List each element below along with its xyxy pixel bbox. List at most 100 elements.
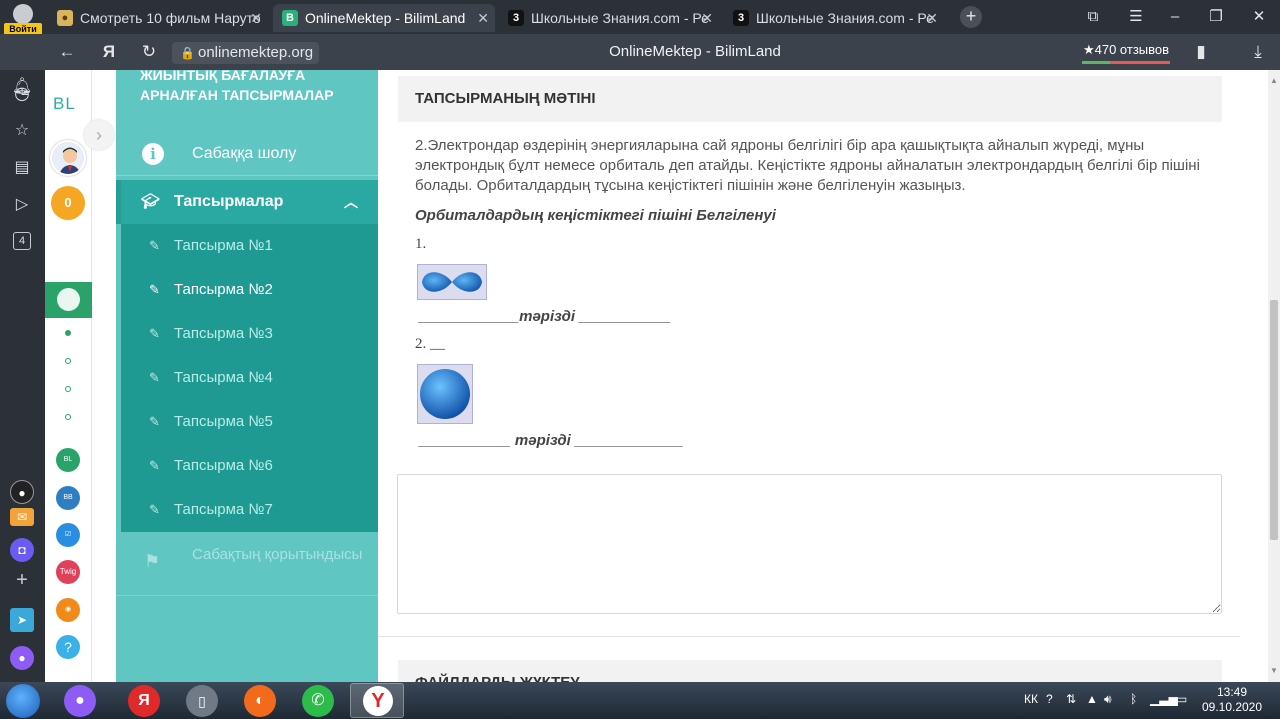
- maximize-icon[interactable]: ❐: [1204, 6, 1228, 28]
- tab-label: Смотреть 10 фильм Наруто: [80, 10, 261, 26]
- user-icon: [13, 4, 33, 24]
- s-orbital-image: [417, 364, 473, 424]
- yandex-browser-icon: Y: [363, 686, 393, 716]
- task-submenu: ✎ Тапсырма №1 ✎ Тапсырма №2 ✎ Тапсырма №…: [121, 224, 378, 532]
- expand-tray-icon[interactable]: ▲: [1086, 692, 1098, 706]
- menu-icon[interactable]: ☰: [1124, 6, 1148, 28]
- bluetooth-icon[interactable]: ᛒ: [1130, 692, 1137, 706]
- task-item-2[interactable]: ✎ Тапсырма №2: [121, 268, 378, 312]
- tab-label: Школьные Знания.com - Ре: [756, 10, 934, 26]
- edit-icon: ✎: [149, 282, 160, 297]
- answer-textarea[interactable]: [397, 474, 1222, 614]
- task-item-4[interactable]: ✎ Тапсырма №4: [121, 356, 378, 400]
- section-divider: [378, 636, 1240, 637]
- alice-voice-icon[interactable]: ●: [10, 646, 34, 670]
- firefox-taskbar-icon[interactable]: ◐: [244, 685, 276, 717]
- clock-date: 09.10.2020: [1201, 700, 1263, 714]
- close-icon[interactable]: ✕: [250, 4, 262, 32]
- task-item-label: Тапсырма №4: [174, 369, 273, 386]
- windows-start-button[interactable]: [6, 684, 40, 718]
- minimize-icon[interactable]: –: [1163, 6, 1187, 28]
- messenger-icon[interactable]: ◘: [10, 538, 34, 562]
- close-icon[interactable]: ✕: [701, 4, 713, 32]
- tab-label: Школьные Знания.com - Ре: [531, 10, 709, 26]
- tab-znania-1[interactable]: 3 Школьные Знания.com - Ре ✕: [499, 4, 719, 32]
- history-icon[interactable]: ◷: [11, 82, 33, 104]
- task-item-7[interactable]: ✎ Тапсырма №7: [121, 488, 378, 532]
- section-title: ТАПСЫРМАНЫҢ МӘТІНІ: [398, 76, 1222, 122]
- play-icon[interactable]: ▷: [11, 194, 33, 216]
- yandex-browser-taskbar-button[interactable]: Y: [350, 683, 404, 718]
- twig-app-icon[interactable]: Twig: [56, 560, 80, 584]
- tab-onlinemektep[interactable]: B OnlineMektep - BilimLand ✕: [273, 4, 495, 32]
- mouse-taskbar-icon[interactable]: ▯: [186, 685, 218, 717]
- tab-znania-2[interactable]: 3 Школьные Знания.com - Ре ✕: [724, 4, 944, 32]
- battery-icon[interactable]: ▭: [1176, 692, 1187, 706]
- page-scrollbar[interactable]: ▲ ▼: [1268, 70, 1280, 682]
- close-icon[interactable]: ✕: [926, 4, 938, 32]
- network-tray-icon[interactable]: ⇅: [1066, 692, 1076, 706]
- signal-icon[interactable]: ▁▃▅: [1150, 692, 1178, 706]
- download-icon[interactable]: ⤓: [1246, 41, 1270, 63]
- edit-icon: ✎: [149, 370, 160, 385]
- bookmark-icon[interactable]: ▮: [1189, 41, 1213, 63]
- task-item-3[interactable]: ✎ Тапсырма №3: [121, 312, 378, 356]
- collections-icon[interactable]: ▤: [11, 157, 33, 179]
- task-item-label: Тапсырма №7: [174, 501, 273, 518]
- checklist-app-icon[interactable]: ☑: [56, 523, 80, 547]
- reviews-button[interactable]: ★470 отзывов: [1082, 40, 1170, 64]
- nav-dot-2[interactable]: [65, 358, 71, 364]
- nav-dot-1[interactable]: [65, 330, 71, 336]
- volume-icon[interactable]: 🔊︎: [1104, 692, 1112, 707]
- menu-item-tasks[interactable]: 🎓︎ Тапсырмалар ︿: [116, 180, 378, 224]
- menu-item-summary[interactable]: ⚑ Сабақтың қорытындысы: [116, 540, 378, 596]
- profile-button[interactable]: Войти: [4, 2, 42, 35]
- scroll-up-icon[interactable]: ▲: [1270, 76, 1278, 85]
- task-content: ТАПСЫРМАНЫҢ МӘТІНІ 2.Электрондар өздерін…: [378, 70, 1268, 682]
- tabs-overview-icon[interactable]: ⧉: [1081, 6, 1105, 28]
- alice-taskbar-icon[interactable]: ●: [64, 685, 96, 717]
- mail-icon[interactable]: ✉: [10, 508, 34, 526]
- taskbar-clock[interactable]: 13:49 09.10.2020: [1200, 685, 1264, 715]
- nav-dot-3[interactable]: [65, 386, 71, 392]
- tab-naruto[interactable]: ● Смотреть 10 фильм Наруто ✕: [48, 4, 268, 32]
- task-item-6[interactable]: ✎ Тапсырма №6: [121, 444, 378, 488]
- site-icon-strip: BL 0 BL BB ☑ Twig ◉ ?: [45, 70, 92, 682]
- task-item-1[interactable]: ✎ Тапсырма №1: [121, 224, 378, 268]
- menu-item-label: Сабақтың қорытындысы: [192, 546, 363, 563]
- whatsapp-taskbar-icon[interactable]: ✆: [302, 685, 334, 717]
- new-tab-button[interactable]: +: [960, 6, 982, 28]
- task-item-label: Тапсырма №1: [174, 237, 273, 254]
- task-item-label: Тапсырма №5: [174, 413, 273, 430]
- language-indicator[interactable]: КК: [1024, 692, 1038, 706]
- task-item-5[interactable]: ✎ Тапсырма №5: [121, 400, 378, 444]
- star-icon[interactable]: ☆: [11, 120, 33, 142]
- nav-dot-4[interactable]: [65, 414, 71, 420]
- help-icon[interactable]: ?: [56, 635, 80, 659]
- clock-time: 13:49: [1216, 685, 1248, 699]
- info-icon: i: [142, 143, 164, 165]
- close-icon[interactable]: ✕: [477, 4, 489, 32]
- scrollbar-thumb[interactable]: [1270, 300, 1278, 540]
- help-tray-icon[interactable]: ?: [1046, 692, 1053, 706]
- chevron-right-icon[interactable]: ›: [84, 120, 114, 150]
- item-number-1: 1.: [415, 236, 427, 252]
- edit-icon: ✎: [149, 238, 160, 253]
- tabs-count-icon[interactable]: 4: [13, 232, 31, 250]
- send-icon[interactable]: ➤: [10, 608, 34, 632]
- task-item-label: Тапсырма №6: [174, 457, 273, 474]
- chevron-up-icon[interactable]: ︿: [344, 180, 358, 224]
- yandex-taskbar-icon[interactable]: Я: [128, 685, 160, 717]
- add-app-icon[interactable]: +: [10, 568, 34, 592]
- scroll-down-icon[interactable]: ▼: [1270, 666, 1278, 675]
- menu-item-overview[interactable]: i Сабаққа шолу: [116, 132, 378, 176]
- bilimland-logo[interactable]: BL: [53, 94, 76, 114]
- alice-app-icon[interactable]: ●: [10, 480, 34, 504]
- menu-item-label: Тапсырмалар: [174, 193, 284, 210]
- bilimland-play-app-icon[interactable]: ◉: [56, 598, 80, 622]
- onlinemektep-nav-item[interactable]: [45, 282, 92, 318]
- bilimbook-app-icon[interactable]: BB: [56, 486, 80, 510]
- close-window-icon[interactable]: ✕: [1247, 6, 1271, 28]
- bilimland-app-icon[interactable]: BL: [56, 448, 80, 472]
- avatar[interactable]: [50, 140, 86, 176]
